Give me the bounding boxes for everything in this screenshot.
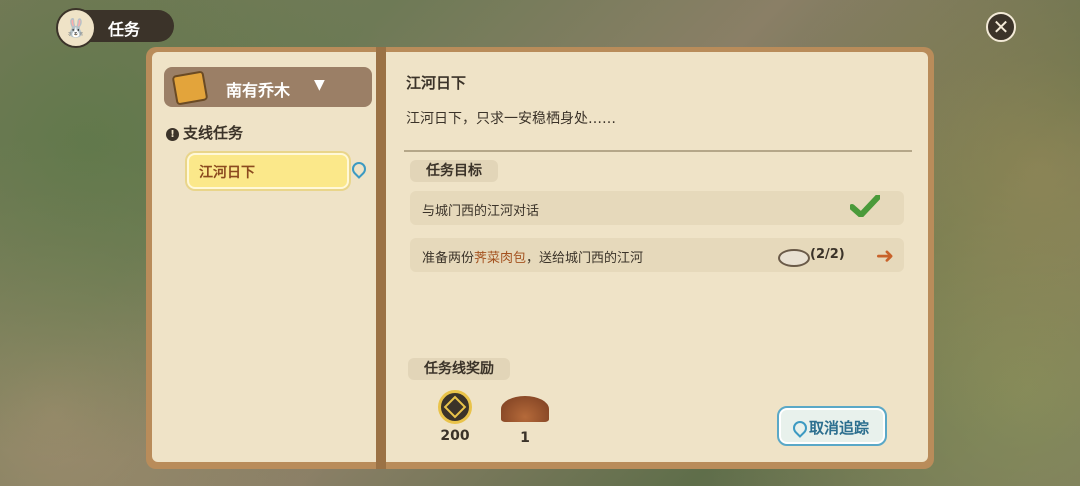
- exclamation-icon: !: [166, 128, 179, 141]
- close-button[interactable]: ✕: [986, 12, 1016, 42]
- quest-item-label: 江河日下: [199, 165, 255, 181]
- chapter-book-icon: [171, 70, 209, 106]
- reward-amount: 1: [520, 430, 530, 446]
- quest-title: 江河日下: [406, 74, 467, 92]
- chevron-down-icon: ▼: [314, 77, 325, 93]
- coin-icon: [438, 390, 472, 424]
- arrow-right-icon[interactable]: ➜: [876, 244, 894, 269]
- objective-text: 与城门西的江河对话: [422, 204, 540, 219]
- book-spine: [376, 47, 386, 469]
- objective-text-pre: 准备两份: [422, 251, 475, 266]
- checkmark-icon: [850, 195, 880, 217]
- rewards-heading: 任务线奖励: [408, 358, 510, 380]
- divider: [404, 150, 912, 152]
- objective-row: 与城门西的江河对话: [410, 191, 904, 225]
- location-pin-icon: [790, 418, 810, 438]
- bun-icon: [778, 249, 810, 267]
- objective-text-post: ，送给城门西的江河: [526, 251, 644, 266]
- reward-amount: 200: [440, 428, 470, 444]
- title-tab: 🐰 任务: [56, 8, 174, 48]
- objective-row[interactable]: 准备两份荠菜肉包，送给城门西的江河 (2/2) ➜: [410, 238, 904, 272]
- section-heading: ! 支线任务: [166, 122, 243, 143]
- objective-text: 准备两份荠菜肉包，送给城门西的江河: [422, 247, 643, 266]
- rabbit-avatar-icon: 🐰: [56, 8, 96, 48]
- chapter-dropdown[interactable]: 南有乔木 ▼: [164, 67, 372, 107]
- quest-description: 江河日下，只求一安稳栖身处……: [406, 111, 616, 127]
- section-label: 支线任务: [183, 124, 244, 142]
- objective-progress: (2/2): [810, 247, 845, 262]
- cancel-tracking-label: 取消追踪: [809, 419, 870, 437]
- reward-item[interactable]: 200: [434, 390, 476, 444]
- objectives-heading: 任务目标: [410, 160, 498, 182]
- left-page: [152, 52, 378, 462]
- material-icon: [501, 396, 549, 422]
- chapter-label: 南有乔木: [226, 81, 291, 100]
- page-title: 任务: [108, 20, 141, 39]
- reward-item[interactable]: 1: [500, 390, 550, 446]
- objective-item-highlight: 荠菜肉包: [474, 251, 527, 266]
- quest-list-item[interactable]: 江河日下: [187, 153, 349, 189]
- cancel-tracking-button[interactable]: 取消追踪: [777, 406, 887, 446]
